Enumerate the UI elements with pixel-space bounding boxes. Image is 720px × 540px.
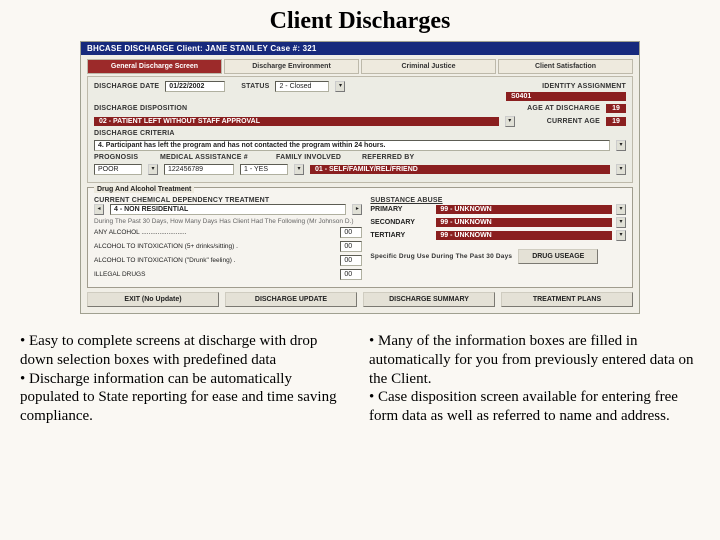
treatment-next-icon[interactable]: ▸ <box>352 204 362 215</box>
current-treatment-label: CURRENT CHEMICAL DEPENDENCY TREATMENT <box>94 197 362 204</box>
tertiary-dropdown-icon[interactable]: ▾ <box>616 230 626 241</box>
secondary-label: SECONDARY <box>370 219 432 226</box>
illegal-drugs-label: ILLEGAL DRUGS <box>94 271 334 278</box>
bullet-columns: • Easy to complete screens at discharge … <box>20 332 700 426</box>
referred-by-value[interactable]: 01 - SELF/FAMILY/REL/FRIEND <box>310 165 610 174</box>
referred-dropdown-icon[interactable]: ▾ <box>616 164 626 175</box>
status-field[interactable]: 2 - Closed <box>275 81 329 92</box>
past30-label: During The Past 30 Days, How Many Days H… <box>94 218 362 225</box>
status-label: STATUS <box>241 83 269 90</box>
drug-usage-button[interactable]: DRUG USEAGE <box>518 249 598 264</box>
med-assistance-label: MEDICAL ASSISTANCE # <box>160 154 270 161</box>
intox2-field[interactable]: 00 <box>340 255 362 266</box>
criteria-dropdown-icon[interactable]: ▾ <box>616 140 626 151</box>
treatment-panel-title: Drug And Alcohol Treatment <box>94 186 194 193</box>
current-treatment-field[interactable]: 4 - NON RESIDENTIAL <box>110 204 346 215</box>
current-age-label: CURRENT AGE <box>547 118 600 125</box>
illegal-drugs-field[interactable]: 00 <box>340 269 362 280</box>
exit-button[interactable]: EXIT (No Update) <box>87 292 219 307</box>
any-alcohol-field[interactable]: 00 <box>340 227 362 238</box>
family-involved-label: FAMILY INVOLVED <box>276 154 356 161</box>
discharge-date-label: DISCHARGE DATE <box>94 83 159 90</box>
tertiary-value[interactable]: 99 - UNKNOWN <box>436 231 612 240</box>
tertiary-label: TERTIARY <box>370 232 432 239</box>
substance-abuse-label: SUBSTANCE ABUSE <box>370 197 626 204</box>
tab-general-discharge[interactable]: General Discharge Screen <box>87 59 222 74</box>
footer-button-bar: EXIT (No Update) DISCHARGE UPDATE DISCHA… <box>87 292 633 307</box>
discharge-summary-button[interactable]: DISCHARGE SUMMARY <box>363 292 495 307</box>
discharge-update-button[interactable]: DISCHARGE UPDATE <box>225 292 357 307</box>
secondary-dropdown-icon[interactable]: ▾ <box>616 217 626 228</box>
discharge-date-field[interactable]: 01/22/2002 <box>165 81 225 92</box>
primary-dropdown-icon[interactable]: ▾ <box>616 204 626 215</box>
criteria-field[interactable]: 4. Participant has left the program and … <box>94 140 610 151</box>
window-title-bar: BHCASE DISCHARGE Client: JANE STANLEY Ca… <box>81 42 639 55</box>
prognosis-field[interactable]: POOR <box>94 164 142 175</box>
discharge-panel: DISCHARGE DATE 01/22/2002 STATUS 2 - Clo… <box>87 76 633 183</box>
family-involved-field[interactable]: 1 - YES <box>240 164 288 175</box>
intox2-label: ALCOHOL TO INTOXICATION ("Drunk" feeling… <box>94 257 334 264</box>
age-discharge-label: AGE AT DISCHARGE <box>527 105 600 112</box>
tab-discharge-environment[interactable]: Discharge Environment <box>224 59 359 74</box>
bullets-right: • Many of the information boxes are fill… <box>369 332 700 426</box>
prognosis-label: PROGNOSIS <box>94 154 154 161</box>
age-discharge-value: 19 <box>606 104 626 113</box>
prognosis-dropdown-icon[interactable]: ▾ <box>148 164 158 175</box>
intox1-label: ALCOHOL TO INTOXICATION (5+ drinks/sitti… <box>94 243 334 250</box>
treatment-plans-button[interactable]: TREATMENT PLANS <box>501 292 633 307</box>
identity-value: S0401 <box>506 92 626 101</box>
slide-title: Client Discharges <box>20 8 700 35</box>
disposition-label: DISCHARGE DISPOSITION <box>94 105 187 112</box>
secondary-value[interactable]: 99 - UNKNOWN <box>436 218 612 227</box>
bullets-left: • Easy to complete screens at discharge … <box>20 332 351 426</box>
current-age-value: 19 <box>606 117 626 126</box>
specific-drug-label: Specific Drug Use During The Past 30 Day… <box>370 253 512 260</box>
primary-label: PRIMARY <box>370 206 432 213</box>
tab-criminal-justice[interactable]: Criminal Justice <box>361 59 496 74</box>
tab-client-satisfaction[interactable]: Client Satisfaction <box>498 59 633 74</box>
status-dropdown-icon[interactable]: ▾ <box>335 81 345 92</box>
identity-label: IDENTITY ASSIGNMENT <box>542 83 626 90</box>
tab-strip: General Discharge Screen Discharge Envir… <box>87 59 633 74</box>
referred-by-label: REFERRED BY <box>362 154 414 161</box>
intox1-field[interactable]: 00 <box>340 241 362 252</box>
any-alcohol-label: ANY ALCOHOL ......................... <box>94 229 334 236</box>
treatment-prev-icon[interactable]: ◂ <box>94 204 104 215</box>
disposition-dropdown-icon[interactable]: ▾ <box>505 116 515 127</box>
med-assistance-field[interactable]: 122456789 <box>164 164 234 175</box>
discharge-window: BHCASE DISCHARGE Client: JANE STANLEY Ca… <box>80 41 640 314</box>
disposition-value[interactable]: 02 - PATIENT LEFT WITHOUT STAFF APPROVAL <box>94 117 499 126</box>
family-dropdown-icon[interactable]: ▾ <box>294 164 304 175</box>
primary-value[interactable]: 99 - UNKNOWN <box>436 205 612 214</box>
criteria-label: DISCHARGE CRITERIA <box>94 130 175 137</box>
treatment-panel: Drug And Alcohol Treatment CURRENT CHEMI… <box>87 187 633 288</box>
